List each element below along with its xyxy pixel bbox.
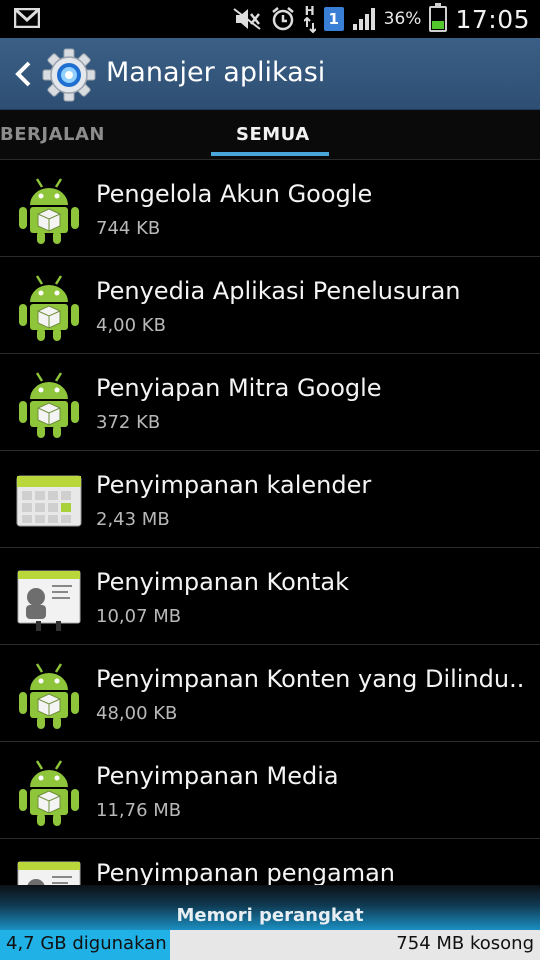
android-robot-icon <box>16 369 82 439</box>
storage-label: Memori perangkat <box>176 905 364 926</box>
sim-slot-badge: 1 <box>323 7 344 31</box>
notification-area <box>13 7 41 32</box>
clock: 17:05 <box>455 4 530 34</box>
calendar-storage-icon <box>16 466 82 536</box>
app-name: Penyimpanan Media <box>96 762 339 790</box>
app-list[interactable]: Pengelola Akun Google 744 KB Penyedia Apl… <box>0 160 540 900</box>
list-item[interactable]: Penyimpanan Konten yang Dilindu.. 48,00 K… <box>0 645 540 742</box>
tab-bar: BERJALAN SEMUA <box>0 110 540 160</box>
battery-icon <box>429 3 448 32</box>
page-title: Manajer aplikasi <box>106 57 326 88</box>
android-robot-icon <box>16 757 82 827</box>
storage-used-text: 4,7 GB digunakan <box>6 933 167 954</box>
app-name: Penyimpanan Konten yang Dilindu.. <box>96 665 525 693</box>
list-item[interactable]: Penyiapan Mitra Google 372 KB <box>0 354 540 451</box>
settings-gear-icon[interactable] <box>42 48 96 102</box>
app-size: 2,43 MB <box>96 509 170 530</box>
android-robot-icon <box>16 272 82 342</box>
app-size: 372 KB <box>96 412 161 433</box>
network-type-label: H <box>304 3 315 18</box>
app-name: Pengelola Akun Google <box>96 180 373 208</box>
app-name: Penyimpanan pengaman <box>96 859 395 887</box>
alarm-icon <box>271 7 294 31</box>
list-item[interactable]: Penyimpanan Media 11,76 MB <box>0 742 540 839</box>
mute-icon <box>233 8 261 30</box>
app-size: 11,76 MB <box>96 800 182 821</box>
tab-indicator <box>211 152 329 156</box>
list-item[interactable]: Penyimpanan Kontak 10,07 MB <box>0 548 540 645</box>
app-size: 744 KB <box>96 218 161 239</box>
tab-all[interactable]: SEMUA <box>236 124 310 145</box>
app-size: 4,00 KB <box>96 315 166 336</box>
data-arrows-icon: H <box>303 3 316 33</box>
storage-bar: 4,7 GB digunakan 754 MB kosong <box>0 930 540 960</box>
list-item[interactable]: Penyimpanan kalender 2,43 MB <box>0 451 540 548</box>
action-bar: Manajer aplikasi <box>0 38 540 110</box>
app-name: Penyimpanan Kontak <box>96 568 349 596</box>
storage-free-text: 754 MB kosong <box>396 933 534 954</box>
storage-header: Memori perangkat <box>0 885 540 930</box>
signal-icon <box>352 8 375 30</box>
app-size: 48,00 KB <box>96 703 178 724</box>
back-chevron-icon[interactable] <box>12 60 34 88</box>
app-name: Penyedia Aplikasi Penelusuran <box>96 277 461 305</box>
list-item[interactable]: Pengelola Akun Google 744 KB <box>0 160 540 257</box>
android-robot-icon <box>16 175 82 245</box>
gmail-icon[interactable] <box>13 7 41 29</box>
tab-running[interactable]: BERJALAN <box>0 124 105 145</box>
list-item[interactable]: Penyedia Aplikasi Penelusuran 4,00 KB <box>0 257 540 354</box>
app-name: Penyimpanan kalender <box>96 471 372 499</box>
battery-fill <box>432 21 445 29</box>
app-size: 10,07 MB <box>96 606 182 627</box>
contacts-storage-icon <box>16 563 82 633</box>
app-name: Penyiapan Mitra Google <box>96 374 382 402</box>
android-robot-icon <box>16 660 82 730</box>
system-icons: H 1 36% 17:05 <box>232 0 530 38</box>
battery-percent: 36% <box>383 9 422 29</box>
status-bar: H 1 36% 17:05 <box>0 0 540 38</box>
